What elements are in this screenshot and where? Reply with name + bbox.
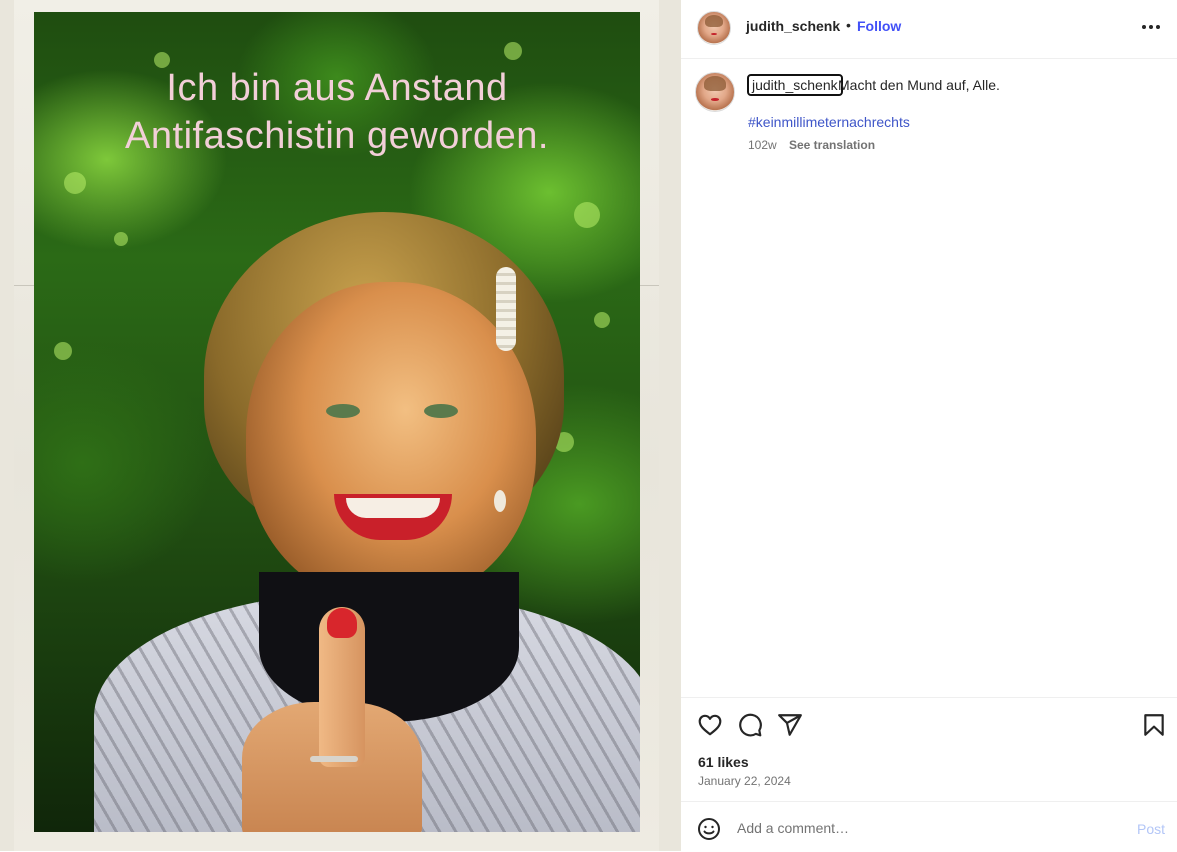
comment-input[interactable] — [737, 816, 1117, 840]
portrait-face — [246, 282, 536, 602]
portrait-collar — [259, 572, 519, 722]
bokeh-light — [574, 202, 600, 228]
post-side-panel: judith_schenk • Follow judith_schenk Mac… — [681, 0, 1177, 851]
portrait-eye-left — [326, 404, 360, 418]
photo-text-line2: Antifaschistin geworden. — [125, 115, 549, 157]
comment-icon[interactable] — [737, 712, 763, 738]
more-dot — [1149, 25, 1153, 29]
post-media[interactable]: Ich bin aus Anstand Antifaschistin gewor… — [0, 0, 681, 851]
caption-text: Macht den Mund auf, Alle. — [838, 77, 1000, 93]
caption-username[interactable]: judith_schenk — [747, 74, 843, 96]
more-horizontal-icon[interactable] — [1142, 22, 1164, 32]
likes-count[interactable]: 61 likes — [698, 754, 749, 770]
portrait-teeth — [346, 498, 440, 518]
portrait-eye-right — [424, 404, 458, 418]
post-age[interactable]: 102w — [748, 138, 777, 152]
portrait-earring — [494, 490, 506, 512]
bokeh-light — [594, 312, 610, 328]
bokeh-light — [64, 172, 86, 194]
post-header: judith_schenk • Follow — [681, 0, 1177, 59]
share-icon[interactable] — [777, 712, 803, 738]
post-date: January 22, 2024 — [698, 774, 791, 788]
photo-text-line1: Ich bin aus Anstand — [166, 67, 508, 109]
post-comment-button[interactable]: Post — [1137, 821, 1165, 837]
post-photo: Ich bin aus Anstand Antifaschistin gewor… — [34, 12, 640, 832]
action-bar: 61 likes January 22, 2024 — [681, 697, 1177, 802]
emoji-icon[interactable] — [697, 817, 721, 841]
more-dot — [1156, 25, 1160, 29]
see-translation-button[interactable]: See translation — [789, 138, 875, 152]
bokeh-light — [504, 42, 522, 60]
hair-clip — [496, 267, 516, 351]
bookmark-icon[interactable] — [1141, 712, 1167, 738]
avatar-lips — [711, 98, 719, 101]
bokeh-light — [114, 232, 128, 246]
avatar-lips — [710, 33, 718, 36]
caption-avatar[interactable] — [695, 72, 735, 112]
header-separator: • — [846, 17, 851, 33]
bokeh-light — [54, 342, 72, 360]
follow-button[interactable]: Follow — [857, 18, 901, 34]
more-dot — [1142, 25, 1146, 29]
heart-icon[interactable] — [697, 712, 723, 738]
header-avatar[interactable] — [697, 11, 731, 45]
caption-hashtag[interactable]: #keinmillimeternachrechts — [748, 114, 910, 130]
portrait-nail — [327, 608, 357, 638]
header-username[interactable]: judith_schenk — [746, 18, 840, 34]
comment-bar: Post — [681, 801, 1177, 852]
portrait-ring — [310, 756, 358, 762]
